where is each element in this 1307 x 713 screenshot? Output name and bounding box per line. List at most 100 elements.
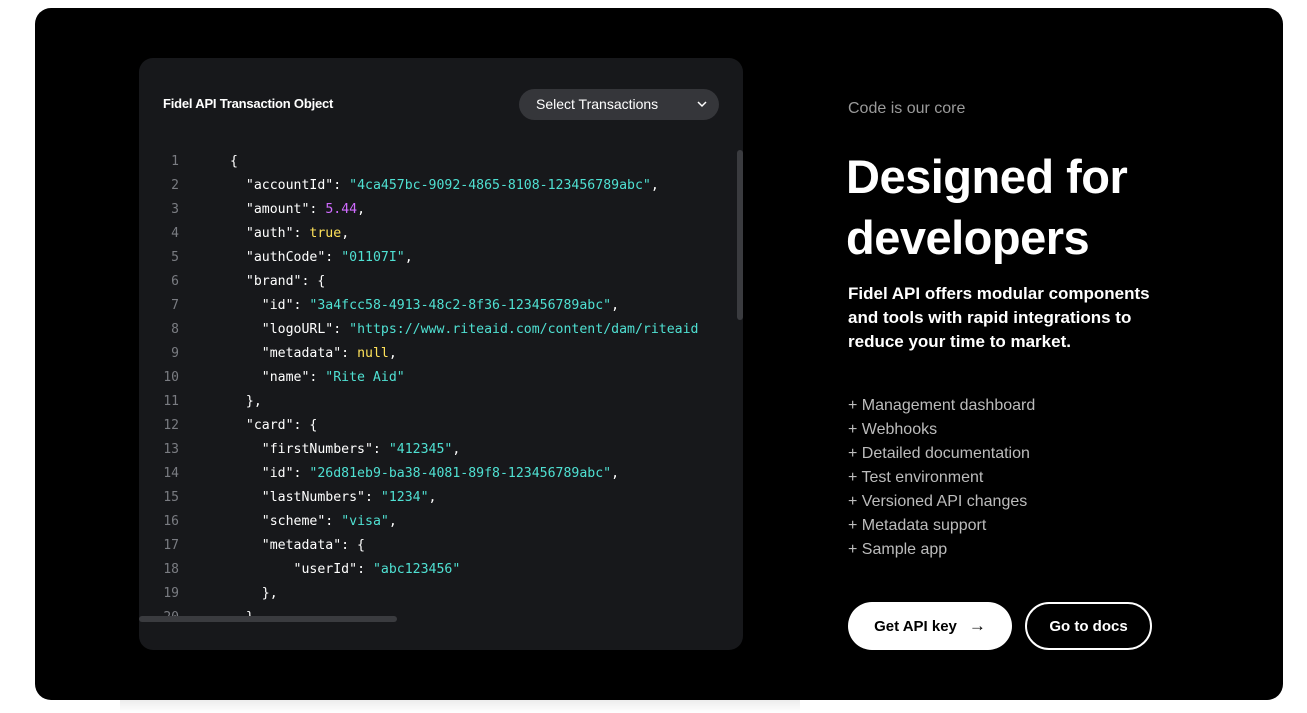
vertical-scrollbar[interactable] <box>737 150 743 320</box>
code-token: "26d81eb9-ba38-4081-89f8-123456789abc" <box>309 466 612 481</box>
feature-item: + Detailed documentation <box>848 445 1030 462</box>
code-line-text: "metadata": null, <box>230 342 397 366</box>
code-token: }, <box>261 586 278 601</box>
code-line: 16 "scheme": "visa", <box>139 510 737 534</box>
line-number: 17 <box>163 538 179 553</box>
code-token: , <box>341 226 350 241</box>
code-token: "metadata" <box>261 346 342 361</box>
line-number: 16 <box>163 514 179 529</box>
code-token: "card" <box>245 418 294 433</box>
code-line: 7 "id": "3a4fcc58-4913-48c2-8f36-1234567… <box>139 294 737 318</box>
feature-item: + Sample app <box>848 541 948 558</box>
line-number: 13 <box>163 442 179 457</box>
code-token: }, <box>245 394 262 409</box>
line-number: 7 <box>171 298 179 313</box>
code-line-text: "brand": { <box>230 270 325 294</box>
code-token: "4ca457bc-9092-4865-8108-123456789abc" <box>349 178 651 193</box>
select-transactions-dropdown[interactable]: Select Transactions <box>519 89 719 120</box>
code-token: "name" <box>261 370 310 385</box>
line-number: 8 <box>171 322 179 337</box>
code-line: 2 "accountId": "4ca457bc-9092-4865-8108-… <box>139 174 737 198</box>
code-line-text: "amount": 5.44, <box>230 198 365 222</box>
code-line: 10 "name": "Rite Aid" <box>139 366 737 390</box>
code-token: "id" <box>261 298 294 313</box>
go-to-docs-button[interactable]: Go to docs <box>1025 602 1152 650</box>
line-number: 10 <box>163 370 179 385</box>
code-token: "authCode" <box>245 250 326 265</box>
line-number: 1 <box>171 154 179 169</box>
code-token: "Rite Aid" <box>325 370 405 385</box>
code-token: { <box>230 154 238 169</box>
description: Fidel API offers modular components and … <box>848 284 1150 351</box>
code-token: , <box>611 298 620 313</box>
code-token: : <box>333 178 350 193</box>
feature-item: + Test environment <box>848 469 984 486</box>
code-token: , <box>428 490 437 505</box>
code-token: : <box>372 442 389 457</box>
code-line: 9 "metadata": null, <box>139 342 737 366</box>
line-number: 5 <box>171 250 179 265</box>
code-line-text: "firstNumbers": "412345", <box>230 438 461 462</box>
code-block[interactable]: 1{2 "accountId": "4ca457bc-9092-4865-810… <box>139 150 737 618</box>
code-line: 14 "id": "26d81eb9-ba38-4081-89f8-123456… <box>139 462 737 486</box>
code-token: "01107I" <box>341 250 405 265</box>
code-token: : <box>341 346 358 361</box>
get-api-key-button[interactable]: Get API key → <box>848 602 1012 650</box>
code-token: "userId" <box>293 562 358 577</box>
code-line: 5 "authCode": "01107I", <box>139 246 737 270</box>
code-token: 5.44 <box>325 202 358 217</box>
feature-list: + Management dashboard + Webhooks + Detail… <box>848 394 1035 562</box>
code-line-text: "lastNumbers": "1234", <box>230 486 437 510</box>
line-number: 18 <box>163 562 179 577</box>
horizontal-scrollbar[interactable] <box>139 616 397 622</box>
chevron-down-icon <box>697 101 707 108</box>
code-line: 15 "lastNumbers": "1234", <box>139 486 737 510</box>
headline-line-1: Designed for <box>846 150 1128 203</box>
code-line-text: "userId": "abc123456" <box>230 558 461 582</box>
code-line-text: "id": "3a4fcc58-4913-48c2-8f36-123456789… <box>230 294 619 318</box>
code-token: "accountId" <box>245 178 334 193</box>
code-token: : { <box>341 538 365 553</box>
code-line-text: "card": { <box>230 414 317 438</box>
line-number: 19 <box>163 586 179 601</box>
code-line-text: "scheme": "visa", <box>230 510 397 534</box>
code-token: "auth" <box>245 226 294 241</box>
code-token: "amount" <box>245 202 310 217</box>
code-token: , <box>404 250 413 265</box>
code-token: : <box>357 562 373 577</box>
code-token: , <box>650 178 659 193</box>
code-token: : <box>293 298 310 313</box>
code-line: 6 "brand": { <box>139 270 737 294</box>
get-api-key-label: Get API key <box>874 617 957 635</box>
code-token: "https://www.riteaid.com/content/dam/rit… <box>349 322 699 337</box>
line-number: 4 <box>171 226 179 241</box>
code-line: 1{ <box>139 150 737 174</box>
code-token: : <box>325 514 342 529</box>
code-line: 3 "amount": 5.44, <box>139 198 737 222</box>
code-token: : <box>309 370 326 385</box>
code-token: "412345" <box>388 442 453 457</box>
code-line-text: "logoURL": "https://www.riteaid.com/cont… <box>230 318 699 342</box>
code-line: 4 "auth": true, <box>139 222 737 246</box>
code-token: "lastNumbers" <box>261 490 365 505</box>
code-token: : <box>293 226 310 241</box>
code-line-text: "metadata": { <box>230 534 365 558</box>
select-transactions-label: Select Transactions <box>536 96 659 112</box>
eyebrow-text: Code is our core <box>848 100 966 117</box>
code-token: null <box>357 346 389 361</box>
code-line: 12 "card": { <box>139 414 737 438</box>
headline: Designed for developers <box>846 146 1246 268</box>
developers-section: Fidel API Transaction Object Select Tran… <box>35 8 1283 700</box>
code-line-text: { <box>230 150 238 174</box>
